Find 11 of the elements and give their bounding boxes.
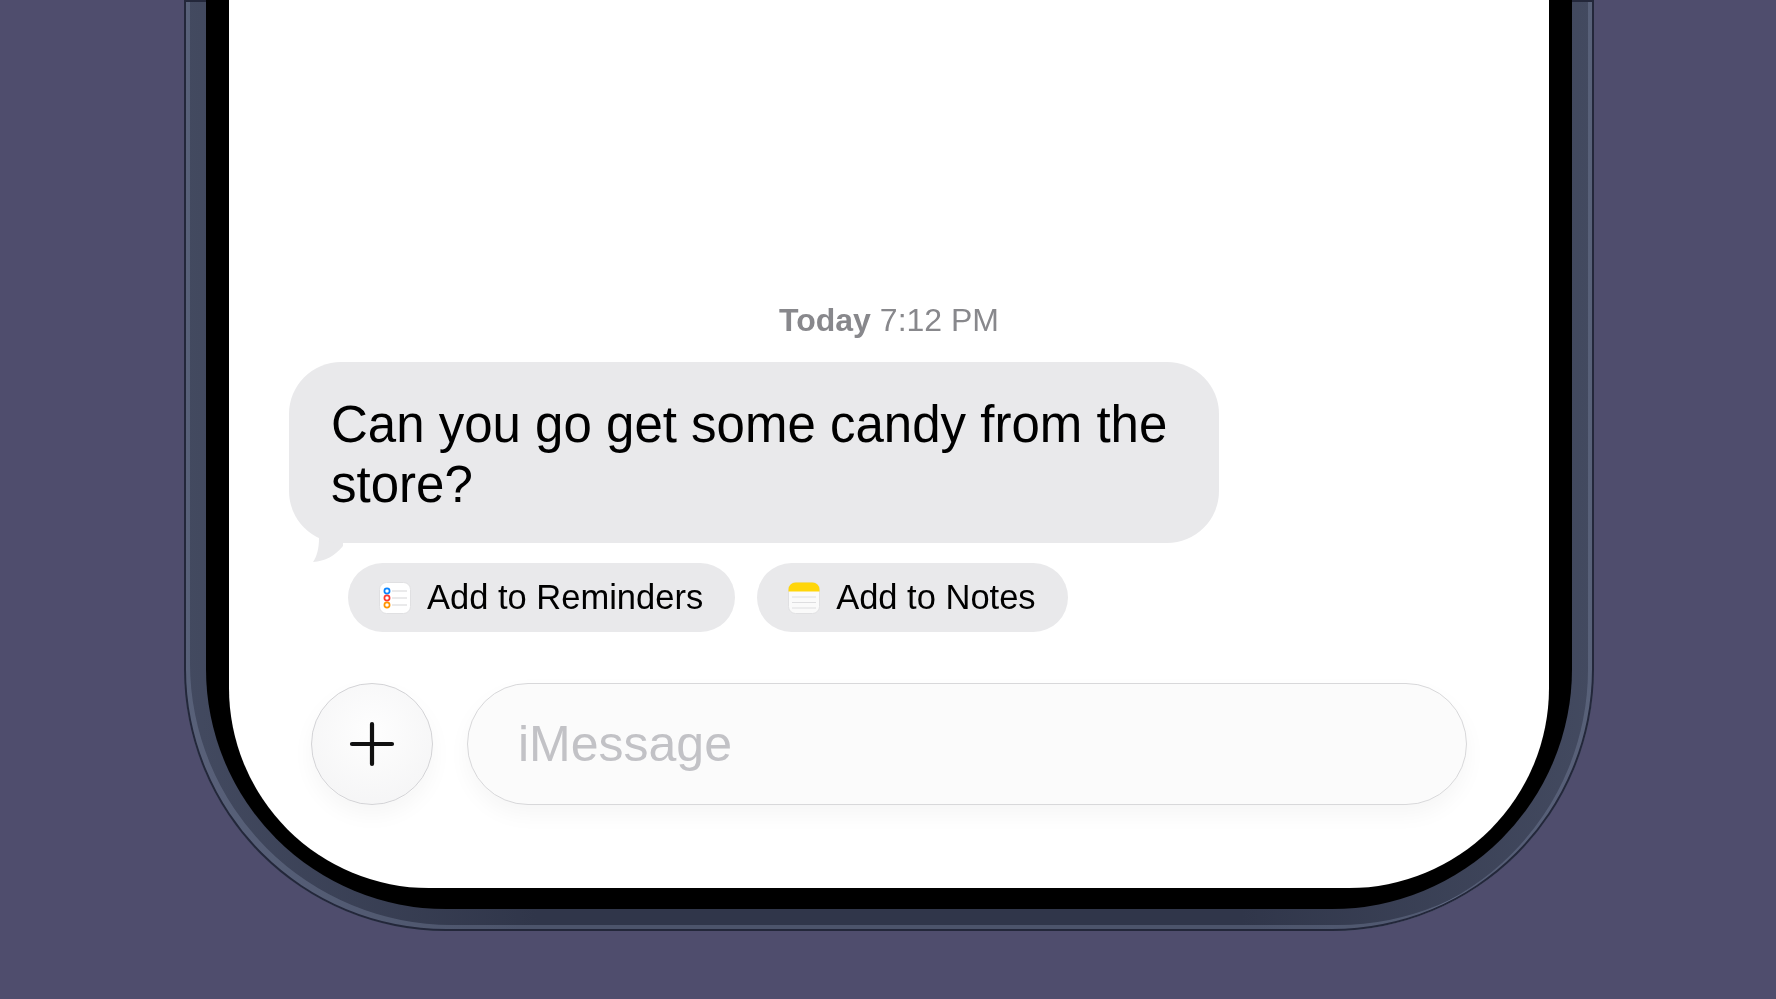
checklist-icon [379, 581, 411, 614]
message-text: Can you go get some candy from the store? [331, 395, 1169, 515]
suggestion-label: Add to Reminders [427, 578, 704, 617]
notepad-icon [788, 581, 821, 614]
suggestion-label: Add to Notes [836, 578, 1036, 617]
suggestion-button[interactable]: Add to Reminders [348, 563, 736, 632]
suggestion-button[interactable]: Add to Notes [757, 563, 1068, 632]
timestamp-time: 7:12 PM [879, 302, 999, 338]
plus-icon [349, 721, 395, 767]
message-input[interactable]: iMessage [467, 683, 1467, 805]
timestamp-day: Today [779, 302, 871, 338]
